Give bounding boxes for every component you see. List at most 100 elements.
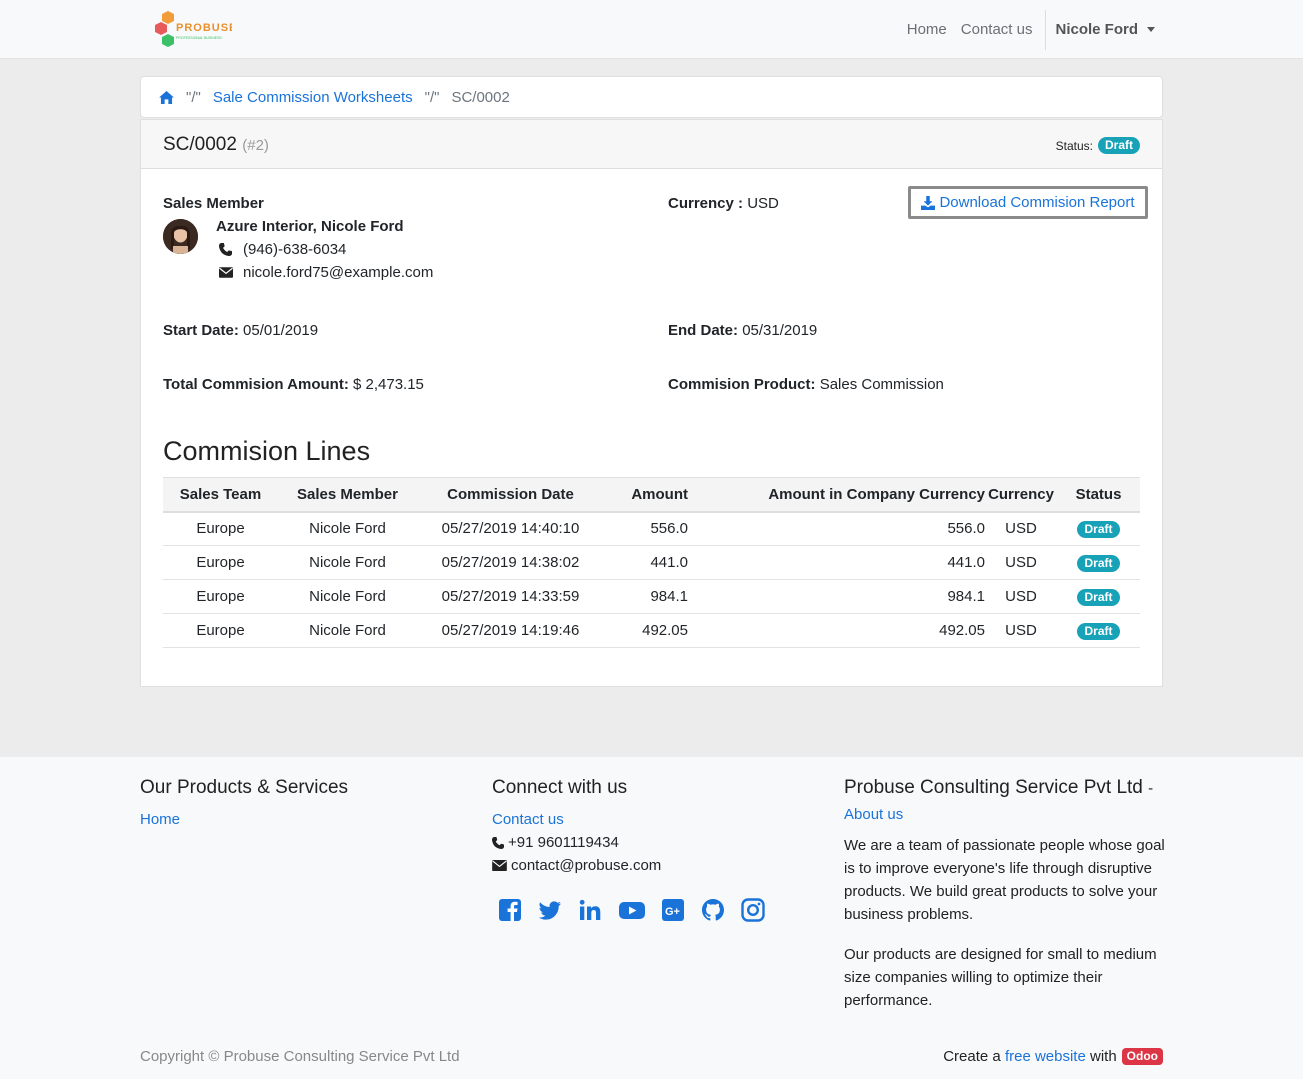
col-status: Status bbox=[1057, 477, 1140, 513]
cell-sales-member: Nicole Ford bbox=[278, 613, 417, 648]
twitter-icon[interactable] bbox=[538, 898, 563, 923]
download-report-button[interactable]: Download Commision Report bbox=[908, 186, 1148, 219]
total-amount-value: $ 2,473.15 bbox=[353, 376, 424, 393]
commission-lines-table: Sales Team Sales Member Commission Date … bbox=[163, 477, 1140, 648]
phone-icon bbox=[216, 243, 243, 256]
cell-sales-team: Europe bbox=[163, 579, 278, 614]
end-date-value: 05/31/2019 bbox=[742, 322, 818, 339]
footer-about-column: Probuse Consulting Service Pvt Ltd - Abo… bbox=[844, 777, 1166, 1012]
email-text: nicole.ford75@example.com bbox=[243, 264, 434, 281]
footer-connect-title: Connect with us bbox=[492, 777, 628, 798]
status-badge: Draft bbox=[1077, 554, 1120, 572]
commission-lines-title: Commision Lines bbox=[163, 436, 371, 466]
footer-phone-text: +91 9601119434 bbox=[508, 834, 619, 851]
user-menu-dropdown[interactable]: Nicole Ford bbox=[1050, 21, 1163, 38]
footer-about-link[interactable]: About us bbox=[844, 806, 903, 823]
facebook-icon[interactable] bbox=[498, 898, 523, 923]
cell-commission-date: 05/27/2019 14:33:59 bbox=[417, 579, 604, 614]
cell-amount-company: 492.05 bbox=[688, 613, 985, 648]
cell-status: Draft bbox=[1057, 579, 1140, 614]
status-badge: Draft bbox=[1077, 622, 1120, 640]
cell-sales-member: Nicole Ford bbox=[278, 545, 417, 580]
col-amount: Amount bbox=[604, 477, 688, 513]
cell-amount-company: 556.0 bbox=[688, 511, 985, 546]
sales-member-label: Sales Member bbox=[163, 195, 264, 212]
status-badge: Draft bbox=[1077, 520, 1120, 538]
status-badge: Draft bbox=[1097, 137, 1140, 154]
download-icon bbox=[921, 195, 939, 210]
footer-company-dash: - bbox=[1148, 780, 1154, 797]
cell-sales-member: Nicole Ford bbox=[278, 511, 417, 546]
avatar bbox=[163, 219, 198, 254]
instagram-icon[interactable] bbox=[741, 898, 766, 923]
with-text: with bbox=[1089, 1048, 1117, 1065]
nav-home-link[interactable]: Home bbox=[900, 21, 954, 38]
cell-commission-date: 05/27/2019 14:40:10 bbox=[417, 511, 604, 546]
end-date-field: End Date: 05/31/2019 bbox=[668, 322, 817, 339]
breadcrumb-separator: "/" bbox=[424, 88, 440, 106]
cell-amount-company: 441.0 bbox=[688, 545, 985, 580]
status-label: Status: bbox=[1055, 138, 1093, 153]
cell-sales-team: Europe bbox=[163, 511, 278, 546]
google-plus-icon[interactable]: G+ bbox=[661, 898, 686, 923]
commission-product-value: Sales Commission bbox=[819, 376, 944, 393]
youtube-icon[interactable] bbox=[618, 898, 646, 923]
odoo-badge[interactable]: Odoo bbox=[1121, 1048, 1163, 1065]
commission-product-label: Commision Product: bbox=[668, 376, 816, 393]
cell-sales-member: Nicole Ford bbox=[278, 579, 417, 614]
status-badge: Draft bbox=[1077, 588, 1120, 606]
card-header: SC/0002 (#2) Status: Draft bbox=[141, 120, 1162, 169]
footer-contact-link[interactable]: Contact us bbox=[492, 811, 564, 828]
phone-icon bbox=[492, 836, 504, 849]
commission-product-field: Commision Product: Sales Commission bbox=[668, 376, 944, 393]
home-icon[interactable] bbox=[159, 90, 174, 104]
cell-amount: 492.05 bbox=[604, 613, 688, 648]
cell-currency: USD bbox=[985, 579, 1057, 614]
nav-contact-link[interactable]: Contact us bbox=[954, 21, 1040, 38]
start-date-label: Start Date: bbox=[163, 322, 239, 339]
total-amount-field: Total Commision Amount: $ 2,473.15 bbox=[163, 376, 424, 393]
table-row: Europe Nicole Ford 05/27/2019 14:19:46 4… bbox=[163, 613, 1140, 648]
currency-value: USD bbox=[747, 195, 779, 212]
caret-down-icon bbox=[1147, 27, 1155, 32]
create-text: Create a bbox=[943, 1048, 1001, 1065]
col-amount-company-currency: Amount in Company Currency bbox=[688, 477, 985, 513]
cell-amount: 556.0 bbox=[604, 511, 688, 546]
download-label: Download Commision Report bbox=[939, 194, 1135, 211]
worksheet-card: SC/0002 (#2) Status: Draft Sales Member … bbox=[140, 119, 1163, 687]
copyright-text: Copyright © Probuse Consulting Service P… bbox=[140, 1048, 460, 1065]
cell-currency: USD bbox=[985, 545, 1057, 580]
probuse-logo[interactable]: PROBUSE PROFESSIONAL BUSINESS bbox=[152, 8, 236, 50]
footer: Our Products & Services Home Connect wit… bbox=[0, 757, 1303, 1079]
col-sales-team: Sales Team bbox=[163, 477, 278, 513]
footer-products-title: Our Products & Services bbox=[140, 777, 349, 798]
footer-home-link[interactable]: Home bbox=[140, 811, 180, 828]
breadcrumb: "/" Sale Commission Worksheets "/" SC/00… bbox=[140, 76, 1163, 118]
cell-status: Draft bbox=[1057, 613, 1140, 648]
footer-connect-column: Connect with us Contact us +91 960111943… bbox=[492, 777, 822, 923]
member-phone: (946)-638-6034 bbox=[216, 241, 346, 258]
col-commission-date: Commission Date bbox=[417, 477, 604, 513]
start-date-field: Start Date: 05/01/2019 bbox=[163, 322, 318, 339]
cell-status: Draft bbox=[1057, 511, 1140, 546]
top-navbar: PROBUSE PROFESSIONAL BUSINESS Home Conta… bbox=[0, 0, 1303, 59]
breadcrumb-worksheets-link[interactable]: Sale Commission Worksheets bbox=[213, 89, 413, 106]
linkedin-icon[interactable] bbox=[578, 898, 603, 923]
free-website-link[interactable]: free website bbox=[1005, 1048, 1086, 1065]
social-links: G+ bbox=[498, 898, 822, 923]
cell-status: Draft bbox=[1057, 545, 1140, 580]
total-amount-label: Total Commision Amount: bbox=[163, 376, 349, 393]
cell-currency: USD bbox=[985, 613, 1057, 648]
member-name: Azure Interior, Nicole Ford bbox=[216, 218, 404, 235]
cell-commission-date: 05/27/2019 14:19:46 bbox=[417, 613, 604, 648]
page-title: SC/0002 (#2) bbox=[163, 134, 269, 156]
github-icon[interactable] bbox=[701, 898, 726, 923]
table-row: Europe Nicole Ford 05/27/2019 14:38:02 4… bbox=[163, 545, 1140, 580]
cell-amount-company: 984.1 bbox=[688, 579, 985, 614]
currency-label: Currency : bbox=[668, 195, 744, 212]
powered-by: Create a free website with Odoo bbox=[943, 1048, 1163, 1065]
svg-text:PROBUSE: PROBUSE bbox=[176, 22, 232, 34]
col-sales-member: Sales Member bbox=[278, 477, 417, 513]
cell-sales-team: Europe bbox=[163, 545, 278, 580]
footer-about-paragraph-1: We are a team of passionate people whose… bbox=[844, 837, 1165, 923]
